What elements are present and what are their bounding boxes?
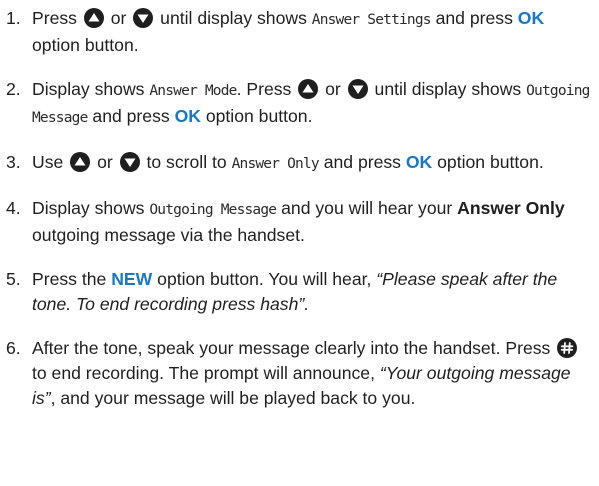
text-run: Display shows [32,79,150,99]
text-run: to end recording. The prompt will announ… [32,363,380,383]
text-run: After the tone, speak your message clear… [32,338,556,358]
step-number: 1. [6,8,21,28]
down-arrow-key-icon [119,152,140,172]
text-run: Press the [32,269,112,289]
up-arrow-key-icon [70,152,91,172]
text-run: option button. [432,152,544,172]
down-arrow-key-icon [133,8,154,28]
text-run: or [320,79,346,99]
text-run: option button. You will hear, [152,269,377,289]
step-1: 1. Press or until display shows Answer S… [6,6,593,58]
step-number: 6. [6,338,21,358]
up-arrow-key-icon [298,79,319,99]
step-2: 2. Display shows Answer Mode. Press or u… [6,77,593,131]
lcd-text: Answer Only [231,156,320,172]
text-run: until display shows [155,8,312,28]
text-run: and you will hear your [276,198,458,218]
text-run: and press [87,106,175,126]
bold-text: Answer Only [457,198,565,218]
ok-label: OK [174,106,201,126]
lcd-text: Answer Mode [149,83,237,99]
text-run: Use [32,152,69,172]
step-4: 4. Display shows Outgoing Message and yo… [6,196,593,248]
down-arrow-key-icon [347,79,368,99]
text-run: until display shows [369,79,527,99]
ok-label: OK [405,152,433,172]
ok-label: OK [517,8,545,28]
step-text: Press the NEW option button. You will he… [32,267,593,317]
text-run: Press [32,8,82,28]
step-3: 3. Use or to scroll to Answer Only and p… [6,150,593,177]
text-run: Display shows [32,198,150,218]
text-run: or [105,8,132,28]
hash-key-icon [557,338,578,358]
step-text: Display shows Outgoing Message and you w… [32,196,593,248]
step-text: Display shows Answer Mode. Press or unti… [32,77,593,131]
step-number: 2. [6,79,21,99]
text-run: option button. [200,106,313,126]
step-number: 4. [6,198,21,218]
new-label: NEW [111,269,153,289]
text-run: . Press [236,79,297,99]
lcd-text: Answer Settings [311,12,432,28]
step-text: Press or until display shows Answer Sett… [32,6,593,58]
text-run: and press [430,8,518,28]
instruction-list: 1. Press or until display shows Answer S… [0,0,599,486]
step-number: 3. [6,152,21,172]
step-text: Use or to scroll to Answer Only and pres… [32,150,593,177]
step-6: 6. After the tone, speak your message cl… [6,336,593,411]
text-run: , and your message will be played back t… [50,388,416,408]
text-run: or [92,152,118,172]
lcd-text: Outgoing Message [149,202,277,218]
step-5: 5. Press the NEW option button. You will… [6,267,593,317]
text-run: to scroll to [141,152,232,172]
step-text: After the tone, speak your message clear… [32,336,593,411]
text-run: and press [318,152,406,172]
step-number: 5. [6,269,21,289]
up-arrow-key-icon [83,8,104,28]
text-run: option button. [32,35,139,55]
text-run: outgoing message via the handset. [32,225,305,245]
